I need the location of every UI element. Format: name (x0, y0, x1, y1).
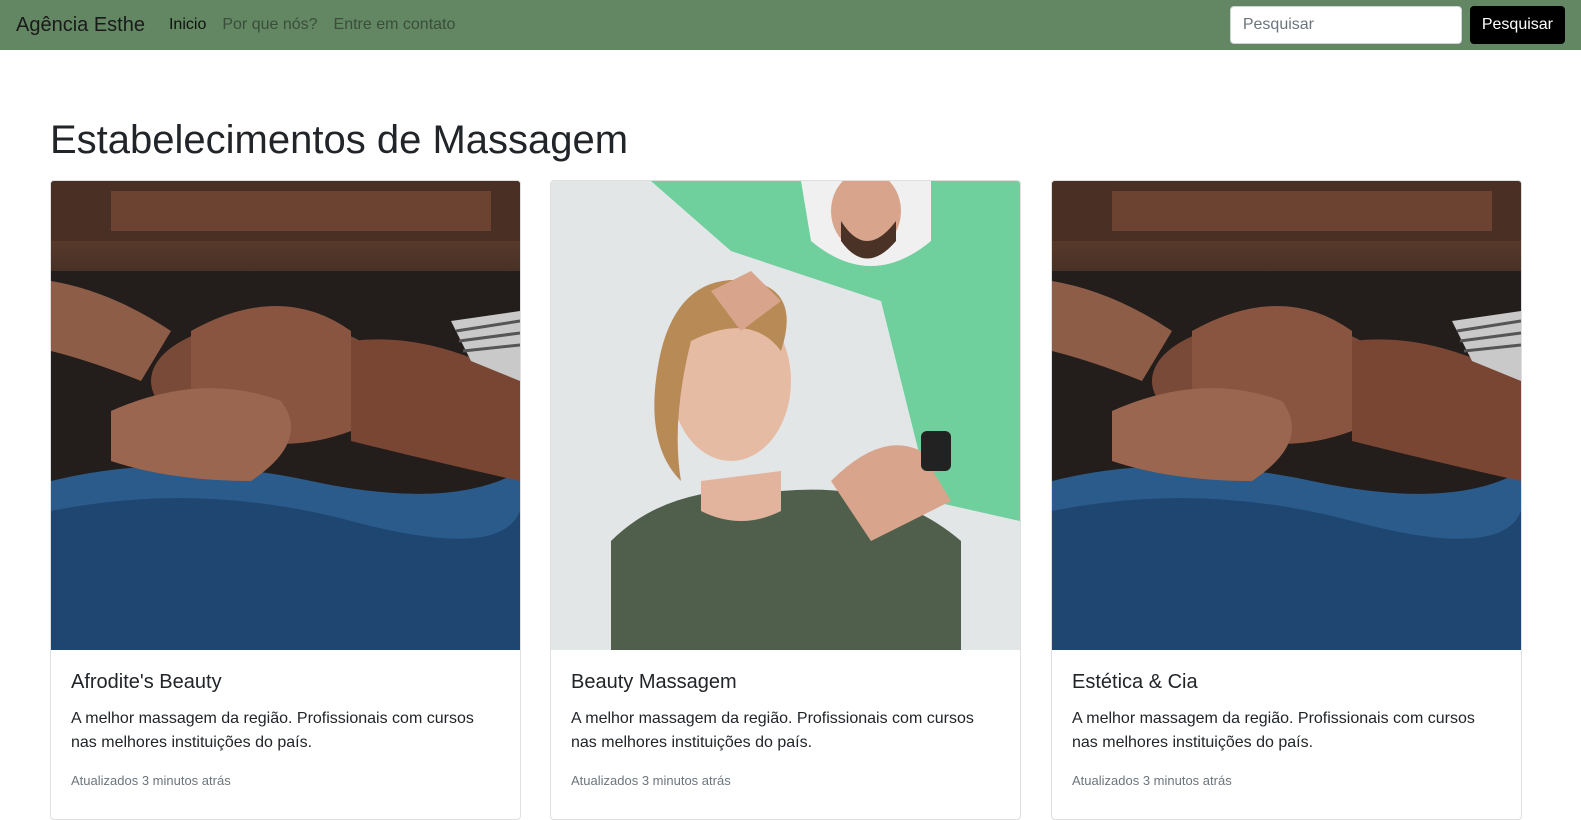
card-text: A melhor massagem da região. Profissiona… (1072, 710, 1475, 751)
card-title: Beauty Massagem (571, 671, 737, 693)
physiotherapy-photo (551, 181, 1020, 650)
search-button[interactable]: Pesquisar (1469, 6, 1565, 44)
massage-photo-illustration (51, 181, 520, 650)
massage-photo (1052, 181, 1521, 650)
card-body: Afrodite's Beauty A melhor massagem da r… (51, 650, 520, 788)
brand-logo-link[interactable]: Agência Esthe (16, 15, 145, 35)
card-text: A melhor massagem da região. Profissiona… (71, 710, 474, 751)
nav-links: Inicio Por que nós? Entre em contato (169, 16, 471, 34)
navbar: Agência Esthe Inicio Por que nós? Entre … (0, 0, 1581, 50)
card-body: Estética & Cia A melhor massagem da regi… (1052, 650, 1521, 788)
page-title: Estabelecimentos de Massagem (50, 118, 629, 162)
card-updated-text: Atualizados 3 minutos atrás (1072, 773, 1232, 788)
establishment-card[interactable]: Afrodite's Beauty A melhor massagem da r… (50, 180, 521, 820)
nav-link-contato[interactable]: Entre em contato (334, 16, 456, 34)
card-title: Estética & Cia (1072, 671, 1198, 693)
establishment-card[interactable]: Beauty Massagem A melhor massagem da reg… (550, 180, 1021, 820)
massage-photo (51, 181, 520, 650)
search-form: Pesquisar (1229, 6, 1565, 44)
nav-link-por-que-nos[interactable]: Por que nós? (222, 16, 317, 34)
establishment-card[interactable]: Estética & Cia A melhor massagem da regi… (1051, 180, 1522, 820)
card-text: A melhor massagem da região. Profissiona… (571, 710, 974, 751)
massage-photo-illustration (1052, 181, 1521, 650)
search-input[interactable] (1229, 6, 1462, 44)
nav-link-inicio[interactable]: Inicio (169, 16, 206, 34)
card-title: Afrodite's Beauty (71, 671, 222, 693)
card-body: Beauty Massagem A melhor massagem da reg… (551, 650, 1020, 788)
physiotherapy-photo-illustration (551, 181, 1020, 650)
card-updated-text: Atualizados 3 minutos atrás (71, 773, 231, 788)
card-updated-text: Atualizados 3 minutos atrás (571, 773, 731, 788)
